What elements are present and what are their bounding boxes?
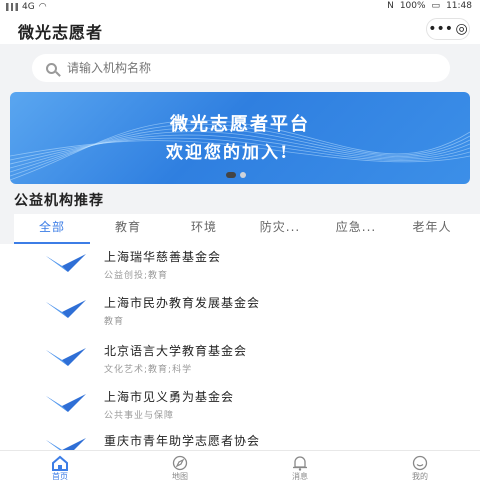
- tab-disaster-prevention[interactable]: 防灾...: [242, 214, 318, 244]
- more-dots-icon[interactable]: •••: [428, 21, 453, 37]
- clock: 11:48: [446, 1, 472, 11]
- category-tabs: 全部 教育 环境 防灾... 应急... 老年人: [14, 214, 480, 244]
- status-bar-right: N 100% ▭ 11:48: [387, 1, 472, 11]
- list-item[interactable]: 上海瑞华慈善基金会 公益创投;教育: [0, 244, 480, 292]
- search-bar[interactable]: [32, 54, 450, 82]
- search-input[interactable]: [67, 61, 367, 75]
- compass-icon: [172, 455, 188, 471]
- tabbar-messages-label: 消息: [292, 472, 308, 480]
- org-list: 上海瑞华慈善基金会 公益创投;教育 上海市民办教育发展基金会 教育 北京语言大学…: [0, 244, 480, 450]
- tab-elderly[interactable]: 老年人: [394, 214, 470, 244]
- org-logo-icon: [46, 300, 86, 318]
- org-logo-icon: [46, 254, 86, 272]
- battery-icon: ▭: [431, 1, 441, 11]
- list-item[interactable]: 上海市民办教育发展基金会 教育: [0, 290, 480, 338]
- mini-program-capsule: ••• ◎: [426, 18, 470, 40]
- tabbar-home-label: 首页: [52, 472, 68, 480]
- tabbar-home[interactable]: 首页: [0, 451, 120, 480]
- org-logo-icon: [46, 394, 86, 412]
- tabbar-messages[interactable]: 消息: [240, 451, 360, 480]
- wifi-icon: ◠: [38, 2, 47, 12]
- bottom-tab-bar: 首页 地图 消息 我的: [0, 450, 480, 480]
- org-name: 重庆市青年助学志愿者协会: [104, 434, 261, 448]
- tab-education[interactable]: 教育: [90, 214, 166, 244]
- list-item[interactable]: 重庆市青年助学志愿者协会: [0, 428, 480, 450]
- tab-environment[interactable]: 环境: [166, 214, 242, 244]
- target-close-icon[interactable]: ◎: [456, 21, 468, 37]
- home-icon: [52, 455, 68, 471]
- tab-emergency[interactable]: 应急...: [318, 214, 394, 244]
- org-name: 北京语言大学教育基金会: [104, 344, 248, 358]
- list-item[interactable]: 北京语言大学教育基金会 文化艺术;教育;科学: [0, 338, 480, 386]
- list-item[interactable]: 上海市见义勇为基金会 公共事业与保障: [0, 384, 480, 432]
- section-title: 公益机构推荐: [14, 193, 104, 209]
- org-name: 上海瑞华慈善基金会: [104, 250, 222, 264]
- org-tags: 教育: [104, 317, 125, 327]
- carousel-dot-active[interactable]: [226, 172, 236, 178]
- banner-title: 微光志愿者平台: [170, 114, 310, 135]
- org-tags: 文化艺术;教育;科学: [104, 365, 193, 375]
- org-logo-icon: [46, 348, 86, 366]
- signal-icon: [6, 3, 18, 11]
- carousel-indicator: [226, 172, 246, 178]
- status-bar-left: 4G ◠: [6, 2, 47, 12]
- org-tags: 公益创投;教育: [104, 271, 169, 281]
- org-name: 上海市民办教育发展基金会: [104, 296, 261, 310]
- status-bar: 4G ◠ N 100% ▭ 11:48: [0, 0, 480, 14]
- org-logo-icon: [46, 438, 86, 450]
- banner[interactable]: 微光志愿者平台 欢迎您的加入!: [10, 92, 470, 184]
- profile-icon: [412, 455, 428, 471]
- tabbar-mine[interactable]: 我的: [360, 451, 480, 480]
- tab-all[interactable]: 全部: [14, 214, 90, 244]
- org-tags: 公共事业与保障: [104, 411, 175, 421]
- battery-level: 100%: [399, 1, 426, 11]
- bell-icon: [293, 456, 307, 471]
- page-title: 微光志愿者: [18, 23, 104, 42]
- banner-subtitle: 欢迎您的加入!: [166, 143, 290, 163]
- carousel-dot[interactable]: [240, 172, 246, 178]
- nfc-icon: N: [387, 1, 394, 11]
- network-type: 4G: [22, 2, 35, 12]
- tabbar-map-label: 地图: [172, 472, 188, 480]
- app-header: 微光志愿者 ••• ◎: [0, 14, 480, 44]
- search-icon: [46, 62, 57, 74]
- tabbar-map[interactable]: 地图: [120, 451, 240, 480]
- tabbar-mine-label: 我的: [412, 472, 428, 480]
- org-name: 上海市见义勇为基金会: [104, 390, 235, 404]
